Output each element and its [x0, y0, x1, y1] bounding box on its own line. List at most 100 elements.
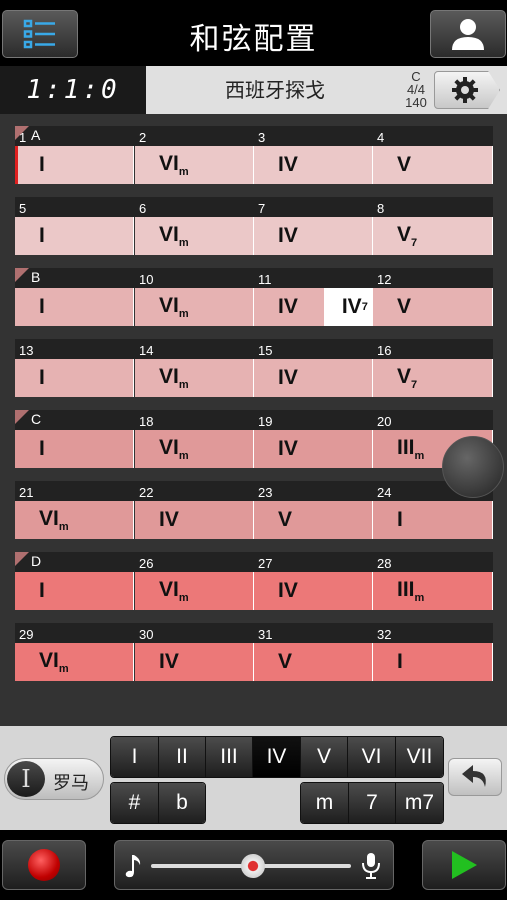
chord-cell[interactable]: I [15, 430, 134, 468]
chord-cell[interactable]: IV [254, 146, 373, 184]
chord-label: VIm [35, 649, 73, 675]
bar-number: 8 [377, 201, 385, 216]
chord-label: I [35, 224, 49, 248]
accidental-keys: # b [110, 782, 206, 824]
chord-cell[interactable]: VIm [135, 572, 254, 610]
row-header: B 10 11 12 [15, 268, 493, 288]
bar-number: 28 [377, 556, 392, 571]
chord-degree: VI [39, 506, 59, 530]
degree-key-5[interactable]: V [301, 737, 348, 777]
minor-key[interactable]: m [301, 783, 349, 823]
chord-degree: I [39, 295, 45, 318]
chord-cell[interactable]: IV [254, 430, 373, 468]
chord-cell[interactable]: IV [254, 359, 373, 397]
degree-key-7[interactable]: VII [396, 737, 443, 777]
chord-label: I [35, 437, 49, 461]
bar-number: 7 [258, 201, 266, 216]
grid-row: 13 14 15 16 I VIm IV V7 [15, 339, 493, 410]
chord-cell[interactable]: V7 [373, 217, 493, 255]
mix-slider-thumb[interactable] [241, 854, 265, 878]
chord-quality: m [178, 379, 189, 392]
row-header: 5 6 7 8 [15, 197, 493, 217]
chord-cell[interactable]: IV [254, 217, 373, 255]
bar-number: 19 [258, 414, 273, 429]
chord-cell[interactable]: V [373, 146, 493, 184]
user-button[interactable] [430, 10, 506, 58]
chord-degree: V [397, 222, 412, 246]
style-name[interactable]: 西班牙探戈 [146, 66, 404, 114]
bar-number: 31 [258, 627, 273, 642]
section-label: D [31, 553, 42, 569]
undo-button[interactable] [448, 758, 502, 796]
chord-label: V [393, 295, 415, 319]
chord-cell[interactable]: IV [135, 501, 254, 539]
chord-cell[interactable]: IV [135, 643, 254, 681]
chord-cell[interactable]: V7 [373, 359, 493, 397]
chord-cell[interactable]: V [254, 501, 373, 539]
chord-cell[interactable]: VIm [135, 217, 254, 255]
chord-label: VIm [155, 223, 193, 249]
chord-degree: I [39, 437, 45, 460]
microphone-icon [362, 853, 380, 879]
chord-cell[interactable]: VIm [135, 146, 254, 184]
degree-key-4[interactable]: IV [253, 737, 301, 777]
chord-cell[interactable]: V [254, 643, 373, 681]
chord-cell[interactable]: VIm [135, 288, 254, 326]
sharp-key[interactable]: # [111, 783, 159, 823]
mode-label: 罗马 [53, 773, 89, 794]
bar-number: 22 [139, 485, 154, 500]
chord-cell[interactable]: I [15, 572, 134, 610]
chord-cell[interactable]: VIm [15, 643, 134, 681]
chord-label: VIm [155, 294, 193, 320]
bar-number: 4 [377, 130, 385, 145]
floating-assist-knob[interactable] [442, 436, 504, 498]
roman-mode-toggle[interactable]: I 罗马 [4, 758, 104, 800]
chord-cell[interactable]: I [15, 359, 134, 397]
chord-cell[interactable]: I [15, 217, 134, 255]
chord-label: I [393, 508, 407, 532]
chord-cell[interactable]: I [373, 643, 493, 681]
grid-row: C 18 19 20 I VIm IV IIIm [15, 410, 493, 481]
chord-degree: III [397, 435, 415, 459]
bar-number: 15 [258, 343, 273, 358]
chord-cell[interactable]: VIm [15, 501, 134, 539]
chord-cell[interactable]: V [373, 288, 493, 326]
minor-seventh-key[interactable]: m7 [396, 783, 443, 823]
row-header: 13 14 15 16 [15, 339, 493, 359]
grid-row: 21 22 23 24 VIm IV V I [15, 481, 493, 552]
settings-button[interactable] [434, 71, 500, 109]
chord-degree: I [39, 224, 45, 247]
selected-chord-slot[interactable]: IV 7 [323, 288, 378, 326]
chord-degree: VI [39, 648, 59, 672]
degree-keys: I II III IV V VI VII [110, 736, 444, 778]
chord-cell[interactable]: I [15, 146, 134, 184]
chord-degree: IV [278, 366, 298, 389]
chord-degree: VI [159, 293, 179, 317]
chord-cell[interactable]: I [15, 288, 134, 326]
chord-cell[interactable]: I [373, 501, 493, 539]
chord-degree: IV [159, 508, 179, 531]
degree-key-1[interactable]: I [111, 737, 159, 777]
tempo-label: 140 [405, 95, 427, 110]
degree-key-6[interactable]: VI [348, 737, 396, 777]
chord-degree: V [397, 295, 412, 318]
playhead-marker [15, 146, 18, 184]
chord-label: V [274, 508, 296, 532]
bar-number: 32 [377, 627, 392, 642]
bar-number: 14 [139, 343, 154, 358]
flat-key[interactable]: b [159, 783, 205, 823]
chord-cell[interactable]: IIIm [373, 572, 493, 610]
chord-cell[interactable]: VIm [135, 359, 254, 397]
chord-label: I [35, 153, 49, 177]
record-button[interactable] [2, 840, 86, 890]
bar-number: 6 [139, 201, 147, 216]
degree-key-2[interactable]: II [159, 737, 206, 777]
chord-cell[interactable]: IV [254, 572, 373, 610]
play-button[interactable] [422, 840, 506, 890]
chord-cell[interactable]: IV IV 7 [254, 288, 378, 326]
seventh-key[interactable]: 7 [349, 783, 396, 823]
chord-quality: 7 [361, 301, 368, 313]
degree-key-3[interactable]: III [206, 737, 253, 777]
chord-cell[interactable]: VIm [135, 430, 254, 468]
chord-degree: V [397, 364, 412, 388]
